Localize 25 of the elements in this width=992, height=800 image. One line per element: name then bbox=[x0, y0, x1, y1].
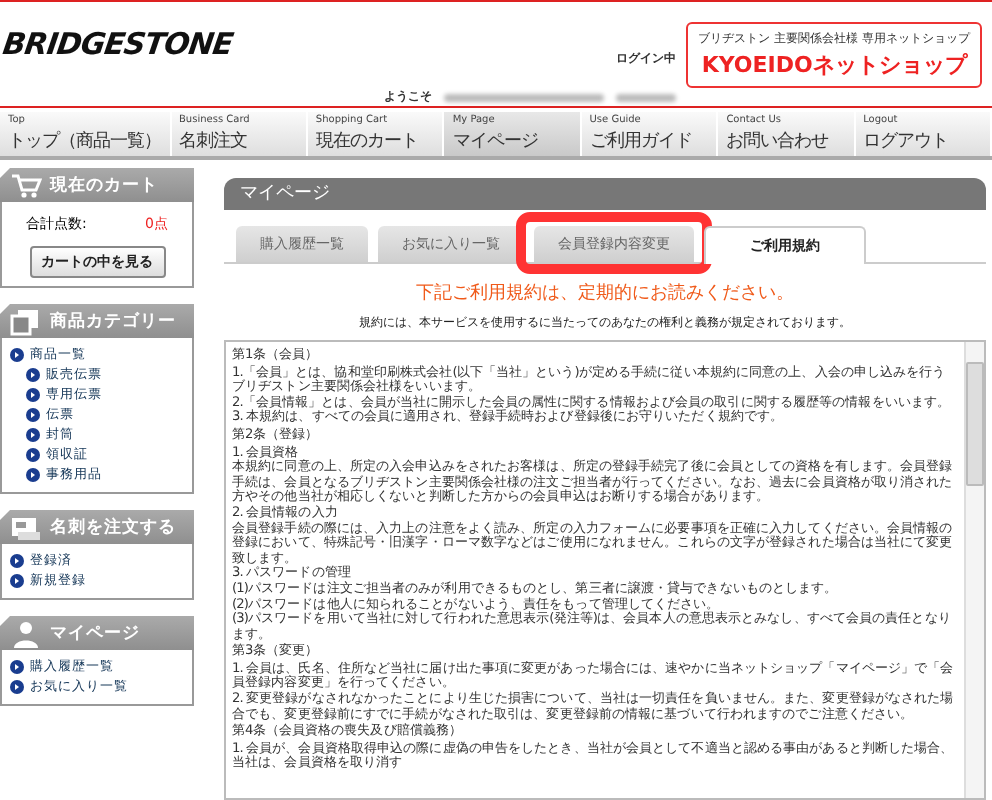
shop-name: KYOEIDOネットショップ bbox=[701, 50, 967, 80]
bullet-icon bbox=[10, 553, 24, 567]
cart-icon bbox=[10, 171, 42, 199]
person-icon bbox=[10, 619, 42, 647]
bullet-icon bbox=[26, 467, 40, 481]
bullet-icon bbox=[10, 679, 24, 693]
card-icon bbox=[10, 513, 42, 541]
redacted-text bbox=[616, 93, 677, 101]
sidebar-title: マイページ bbox=[50, 621, 140, 645]
bullet-icon bbox=[10, 573, 24, 587]
page-heading: マイページ bbox=[224, 178, 986, 210]
bullet-icon bbox=[26, 447, 40, 461]
notice-text: 下記ご利用規約は、定期的にお読みください。 bbox=[414, 281, 796, 306]
scrollbar[interactable] bbox=[964, 342, 984, 798]
bullet-icon bbox=[10, 347, 24, 361]
squares-icon bbox=[10, 307, 42, 335]
sidebar-title: 商品カテゴリー bbox=[50, 309, 176, 333]
bullet-icon bbox=[10, 659, 24, 673]
brand-logo: BRIDGESTONE bbox=[0, 26, 235, 66]
sidebar-title: 現在のカート bbox=[50, 173, 158, 197]
sidebar-title: 名刺を注文する bbox=[50, 515, 176, 539]
bullet-icon bbox=[26, 387, 40, 401]
bullet-icon bbox=[26, 367, 40, 381]
bullet-icon bbox=[26, 427, 40, 441]
bullet-icon bbox=[26, 407, 40, 421]
